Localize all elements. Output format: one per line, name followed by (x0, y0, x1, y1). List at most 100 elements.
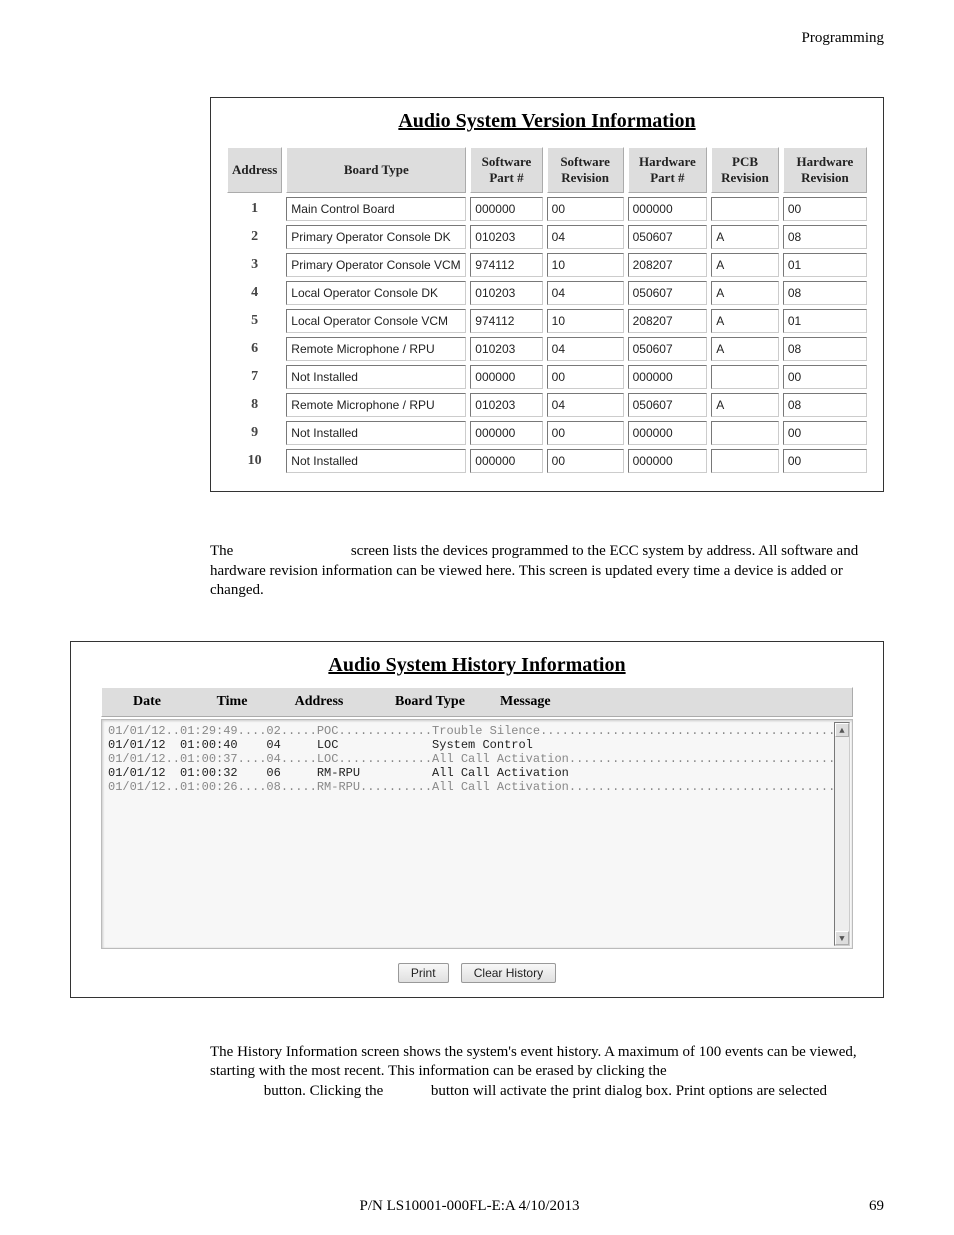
cell-hwpart: 000000 (628, 365, 708, 389)
cell-board: Not Installed (286, 421, 466, 445)
cell-swpart: 010203 (470, 393, 542, 417)
hist-col-message: Message (494, 692, 852, 712)
cell-swpart: 000000 (470, 365, 542, 389)
para2-part-c: button will activate the print dialog bo… (431, 1083, 827, 1099)
cell-hwrev: 00 (783, 421, 867, 445)
cell-swpart: 010203 (470, 337, 542, 361)
table-row: 4Local Operator Console DK01020304050607… (227, 281, 867, 305)
col-pcb: PCB Revision (711, 147, 779, 193)
version-description: The screen lists the devices programmed … (210, 542, 884, 601)
para2-part-a: The History Information screen shows the… (210, 1044, 857, 1080)
cell-hwrev: 01 (783, 309, 867, 333)
cell-pcb: A (711, 225, 779, 249)
cell-swpart: 000000 (470, 197, 542, 221)
hist-col-board: Board Type (366, 692, 494, 712)
clear-history-button[interactable]: Clear History (461, 963, 556, 983)
cell-hwrev: 08 (783, 225, 867, 249)
cell-board: Local Operator Console DK (286, 281, 466, 305)
table-row: 9Not Installed0000000000000000 (227, 421, 867, 445)
cell-swpart: 974112 (470, 309, 542, 333)
para1-part-a: The (210, 543, 237, 559)
cell-board: Not Installed (286, 365, 466, 389)
scroll-down-icon[interactable]: ▼ (835, 931, 849, 945)
cell-hwpart: 000000 (628, 197, 708, 221)
cell-swrev: 04 (547, 281, 624, 305)
col-swrev: Software Revision (547, 147, 624, 193)
cell-swpart: 000000 (470, 421, 542, 445)
cell-hwrev: 00 (783, 365, 867, 389)
history-log-line: 01/01/12 01:00:40 04 LOC System Control (108, 738, 846, 752)
cell-hwrev: 08 (783, 281, 867, 305)
cell-pcb (711, 421, 779, 445)
cell-swrev: 00 (547, 449, 624, 473)
table-row: 7Not Installed0000000000000000 (227, 365, 867, 389)
cell-address: 2 (227, 225, 282, 249)
cell-address: 5 (227, 309, 282, 333)
cell-address: 8 (227, 393, 282, 417)
history-log-area[interactable]: 01/01/12..01:29:49....02.....POC........… (101, 719, 853, 949)
col-swpart: Software Part # (470, 147, 542, 193)
cell-pcb: A (711, 253, 779, 277)
cell-board: Remote Microphone / RPU (286, 393, 466, 417)
scroll-up-icon[interactable]: ▲ (835, 723, 849, 737)
cell-hwrev: 00 (783, 197, 867, 221)
cell-hwpart: 208207 (628, 253, 708, 277)
hist-col-address: Address (272, 692, 366, 712)
cell-pcb: A (711, 281, 779, 305)
history-info-panel: Audio System History Information Date Ti… (70, 641, 884, 998)
cell-swpart: 010203 (470, 225, 542, 249)
cell-swrev: 04 (547, 225, 624, 249)
history-log-line: 01/01/12..01:00:26....08.....RM-RPU.....… (108, 780, 846, 794)
col-hwpart: Hardware Part # (628, 147, 708, 193)
cell-address: 9 (227, 421, 282, 445)
version-table: Address Board Type Software Part # Softw… (223, 143, 871, 477)
table-row: 10Not Installed0000000000000000 (227, 449, 867, 473)
cell-pcb: A (711, 393, 779, 417)
cell-hwpart: 208207 (628, 309, 708, 333)
page-footer: P/N LS10001-000FL-E:A 4/10/2013 69 (70, 1198, 884, 1215)
cell-board: Main Control Board (286, 197, 466, 221)
hist-col-date: Date (102, 692, 192, 712)
table-row: 2Primary Operator Console DK010203040506… (227, 225, 867, 249)
cell-address: 10 (227, 449, 282, 473)
cell-board: Primary Operator Console DK (286, 225, 466, 249)
cell-hwpart: 050607 (628, 281, 708, 305)
col-hwrev: Hardware Revision (783, 147, 867, 193)
history-log-line: 01/01/12 01:00:32 06 RM-RPU All Call Act… (108, 766, 846, 780)
cell-swrev: 00 (547, 365, 624, 389)
para2-part-b: button. Clicking the (264, 1083, 387, 1099)
cell-hwrev: 00 (783, 449, 867, 473)
table-row: 8Remote Microphone / RPU01020304050607A0… (227, 393, 867, 417)
cell-hwpart: 000000 (628, 449, 708, 473)
cell-board: Remote Microphone / RPU (286, 337, 466, 361)
cell-swpart: 010203 (470, 281, 542, 305)
footer-page: 69 (869, 1198, 884, 1215)
cell-hwpart: 050607 (628, 393, 708, 417)
print-button[interactable]: Print (398, 963, 449, 983)
cell-board: Local Operator Console VCM (286, 309, 466, 333)
table-row: 3Primary Operator Console VCM97411210208… (227, 253, 867, 277)
cell-swrev: 10 (547, 309, 624, 333)
cell-pcb: A (711, 309, 779, 333)
header-section: Programming (70, 30, 884, 47)
cell-board: Primary Operator Console VCM (286, 253, 466, 277)
history-headers: Date Time Address Board Type Message (101, 687, 853, 717)
version-table-header-row: Address Board Type Software Part # Softw… (227, 147, 867, 193)
cell-swrev: 00 (547, 197, 624, 221)
cell-pcb: A (711, 337, 779, 361)
col-address: Address (227, 147, 282, 193)
cell-pcb (711, 197, 779, 221)
hist-col-time: Time (192, 692, 272, 712)
history-description: The History Information screen shows the… (210, 1043, 884, 1102)
table-row: 6Remote Microphone / RPU01020304050607A0… (227, 337, 867, 361)
history-log-line: 01/01/12..01:00:37....04.....LOC........… (108, 752, 846, 766)
history-log-line: 01/01/12..01:29:49....02.....POC........… (108, 724, 846, 738)
cell-address: 3 (227, 253, 282, 277)
cell-hwpart: 050607 (628, 225, 708, 249)
cell-hwrev: 01 (783, 253, 867, 277)
cell-hwrev: 08 (783, 337, 867, 361)
history-scrollbar[interactable]: ▲▼ (834, 722, 850, 946)
cell-swrev: 10 (547, 253, 624, 277)
cell-address: 7 (227, 365, 282, 389)
cell-swpart: 000000 (470, 449, 542, 473)
